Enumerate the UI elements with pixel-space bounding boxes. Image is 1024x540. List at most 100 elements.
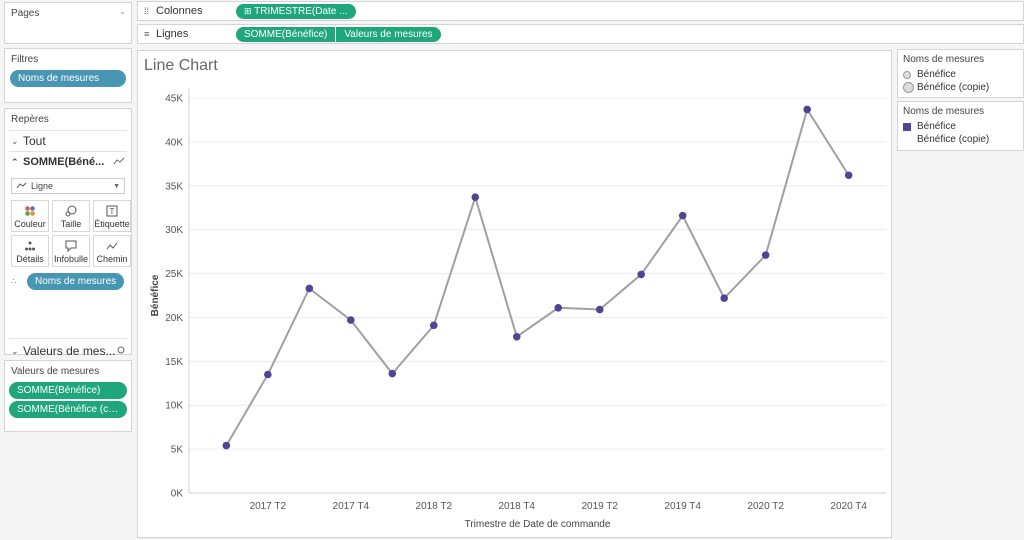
color-legend-title: Noms de mesures <box>903 106 985 117</box>
tooltip-button-label: Infobulle <box>53 253 89 264</box>
y-tick-label: 15K <box>165 357 183 368</box>
data-point <box>761 251 770 259</box>
data-point <box>803 105 811 114</box>
line-mark-icon <box>113 157 125 167</box>
columns-shelf-label: ⁞⁞ Colonnes <box>138 5 236 17</box>
data-point <box>347 316 355 324</box>
rows-pill-profit[interactable]: SOMME(Bénéfice) <box>236 26 336 42</box>
rows-shelf-label: ≡ Lignes <box>138 28 236 40</box>
data-point <box>429 321 438 330</box>
columns-pill-quarter[interactable]: ⊞ TRIMESTRE(Date ... <box>236 3 356 19</box>
rows-shelf[interactable]: ≡ Lignes SOMME(Bénéfice) Valeurs de mesu… <box>137 24 1024 44</box>
data-point <box>844 171 853 180</box>
pages-card[interactable]: Pages ⌄ <box>4 2 132 44</box>
marks-buttons-grid: Couleur Taille T Étiquette Détails Infob… <box>11 200 131 267</box>
x-axis-title: Trimestre de Date de commande <box>465 519 611 530</box>
legend-item[interactable]: Bénéfice (copie) <box>898 133 1023 146</box>
data-point <box>595 305 604 314</box>
measure-values-card: Valeurs de mesures SOMME(Bénéfice) SOMME… <box>4 360 132 432</box>
mark-type-dropdown[interactable]: Ligne ▼ <box>11 178 125 194</box>
x-tick-label: 2017 T2 <box>250 501 287 512</box>
square-swatch-icon <box>903 122 911 131</box>
legend-item-label: Bénéfice <box>917 121 956 132</box>
detail-icon <box>24 239 36 253</box>
data-point <box>264 370 272 379</box>
label-icon: T <box>106 204 118 218</box>
chevron-down-icon: ⌄ <box>11 345 19 356</box>
marks-all-label: Tout <box>23 134 46 148</box>
y-tick-label: 40K <box>165 137 183 148</box>
y-tick-label: 35K <box>165 181 183 192</box>
y-tick-label: 10K <box>165 401 183 412</box>
y-tick-label: 30K <box>165 225 183 236</box>
marks-values-label: Valeurs de mes... <box>23 344 116 358</box>
chart-panel: 0K 5K 10K 15K 20K 25K 30K 35K 40K 45K 2017 T2 2017 … <box>137 50 892 538</box>
columns-pill-label: TRIMESTRE(Date ... <box>254 5 348 17</box>
legend-item-label: Bénéfice (copie) <box>917 82 990 93</box>
mark-type-value: Ligne <box>31 181 54 191</box>
data-point <box>471 193 480 201</box>
x-tick-label: 2020 T4 <box>830 501 867 512</box>
y-tick-label: 20K <box>165 313 183 324</box>
legend-item[interactable]: Bénéfice (copie) <box>898 81 1023 94</box>
dropdown-arrow-icon: ▼ <box>113 182 120 190</box>
size-button[interactable]: Taille <box>52 200 90 232</box>
marks-measure-label: SOMME(Béné... <box>23 156 105 168</box>
filters-card[interactable]: Filtres Noms de mesures <box>4 48 132 103</box>
color-legend: Noms de mesures Bénéfice Bénéfice (copie… <box>897 101 1024 151</box>
chevron-down-icon: ⌄ <box>11 135 19 146</box>
chevron-up-icon: ⌃ <box>11 156 19 167</box>
x-tick-label: 2017 T4 <box>333 501 370 512</box>
x-tick-label: 2020 T2 <box>747 501 784 512</box>
data-point <box>388 369 397 378</box>
y-tick-label: 5K <box>171 445 184 456</box>
circle-mark-icon <box>117 346 125 356</box>
line-chart: 0K 5K 10K 15K 20K 25K 30K 35K 40K 45K 2017 T2 2017 … <box>150 88 886 530</box>
x-tick-label: 2019 T4 <box>664 501 701 512</box>
legend-item[interactable]: Bénéfice <box>898 68 1023 81</box>
series-line <box>225 106 850 447</box>
marks-all-row[interactable]: ⌄ Tout <box>5 131 131 151</box>
path-icon <box>106 239 118 253</box>
svg-text:T: T <box>110 207 115 216</box>
pages-title: Pages <box>11 8 40 19</box>
size-legend-title: Noms de mesures <box>903 54 985 65</box>
color-button[interactable]: Couleur <box>11 200 49 232</box>
legend-item[interactable]: Bénéfice <box>898 120 1023 133</box>
measure-value-pill[interactable]: SOMME(Bénéfice) <box>9 382 127 399</box>
tooltip-button[interactable]: Infobulle <box>52 235 90 267</box>
columns-label: Colonnes <box>156 5 203 17</box>
size-icon <box>65 204 77 218</box>
circle-large-icon <box>903 82 914 93</box>
size-button-label: Taille <box>60 218 82 229</box>
marks-card: Repères ⌄ Tout ⌃ SOMME(Béné... Ligne ▼ C… <box>4 108 132 358</box>
columns-shelf[interactable]: ⁞⁞ Colonnes ⊞ TRIMESTRE(Date ... <box>137 1 1024 21</box>
chevron-down-icon[interactable]: ⌄ <box>119 7 126 16</box>
marks-values-row[interactable]: ⌄ Valeurs de mes... <box>5 341 131 361</box>
plus-icon: ⊞ <box>244 5 252 16</box>
data-point <box>512 332 521 341</box>
marks-measure-names-row: ∴ Noms de mesures <box>5 267 131 290</box>
line-mark-icon <box>16 181 27 191</box>
marks-title: Repères <box>11 114 49 125</box>
detail-button-label: Détails <box>16 253 44 264</box>
marks-pill-measure-names[interactable]: Noms de mesures <box>27 273 125 290</box>
y-tick-label: 0K <box>171 489 184 500</box>
columns-icon: ⁞⁞ <box>144 6 150 16</box>
x-tick-label: 2018 T2 <box>416 501 453 512</box>
y-axis-title: Bénéfice <box>150 274 161 316</box>
path-button[interactable]: Chemin <box>93 235 131 267</box>
measure-value-pill[interactable]: SOMME(Bénéfice (cop... <box>9 401 127 418</box>
legend-item-label: Bénéfice <box>917 69 956 80</box>
path-button-label: Chemin <box>96 253 128 264</box>
filter-pill-measure-names[interactable]: Noms de mesures <box>10 70 126 87</box>
detail-button[interactable]: Détails <box>11 235 49 267</box>
label-button[interactable]: T Étiquette <box>93 200 131 232</box>
rows-pill-measure-values[interactable]: Valeurs de mesures <box>336 26 441 42</box>
marks-measure-row[interactable]: ⌃ SOMME(Béné... <box>5 152 131 172</box>
circle-small-icon <box>903 70 911 79</box>
rows-icon: ≡ <box>144 29 150 39</box>
legend-item-label: Bénéfice (copie) <box>917 134 990 145</box>
detail-icon: ∴ <box>11 277 17 286</box>
data-point <box>554 303 563 312</box>
